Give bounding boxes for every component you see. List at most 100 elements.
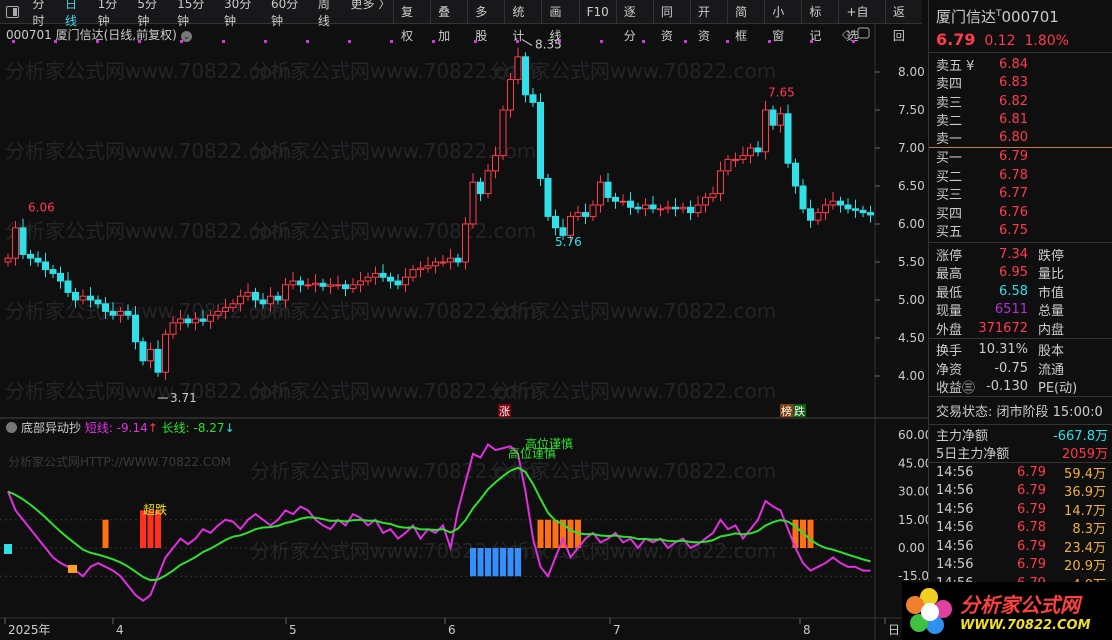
toolbar-button[interactable]: 标记 [801, 0, 838, 43]
toolbar-button[interactable]: 统计 [504, 0, 541, 43]
signal-dot [138, 40, 141, 43]
rank-flag: 榜 [781, 404, 792, 418]
signal-dot [768, 40, 771, 43]
low-label: 3.71 [170, 391, 197, 405]
high-label: 6.06 [28, 200, 55, 214]
toolbar-button[interactable]: +自选 [838, 0, 884, 43]
chevron-down-icon[interactable] [6, 422, 17, 433]
candle-body [342, 284, 349, 290]
tick-price: 6.79 [1017, 557, 1046, 573]
quote-row: 现量 6511 总量 [929, 301, 1112, 320]
indicator-name: 底部异动抄 [21, 421, 82, 435]
candle-body [274, 295, 282, 301]
stat-label: 现量 [936, 304, 963, 320]
caution-annotation: 高位谨慎 [525, 436, 573, 451]
ask-price: 6.84 [999, 56, 1028, 72]
candle-body [4, 257, 12, 263]
bid-price: 6.75 [999, 223, 1028, 239]
candle-body [132, 314, 139, 343]
toolbar-button[interactable]: 叠加 [430, 0, 467, 43]
candle-body [297, 280, 304, 286]
candle-body [259, 299, 267, 305]
tick-volume: 36.9万 [1064, 485, 1106, 501]
candle-body [822, 204, 829, 214]
bid-price: 6.78 [999, 167, 1028, 183]
stat-value: -0.75 [994, 360, 1028, 376]
candle-body [574, 212, 582, 217]
candle-body [102, 303, 109, 312]
toolbar-button[interactable]: 小窗 [764, 0, 801, 43]
signal-dot [474, 40, 477, 43]
date-label: 2025年 [8, 623, 51, 637]
candle-body [747, 147, 754, 157]
tick-price: 6.79 [1017, 538, 1046, 554]
signal-dot [642, 40, 645, 43]
toolbar-button[interactable]: 多股 [467, 0, 504, 43]
pointer-line [521, 38, 533, 46]
low-label: 5.76 [555, 235, 582, 249]
orange-signal-bar [552, 519, 559, 548]
bid-label: 买二 [936, 169, 963, 185]
toolbar-button[interactable]: 返回 [884, 0, 922, 43]
candle-body [462, 223, 469, 263]
kline-chart[interactable]: 8.00 7.50 7.00 6.50 6.00 5.50 5.00 4.50 4.00 ◇ 6.0… [0, 24, 928, 640]
tick-time: 14:56 [936, 464, 974, 480]
toolbar-button[interactable]: 同资 [652, 0, 690, 43]
stat-value: 6511 [994, 302, 1028, 318]
quote-row: 14:56 6.79 23.4万 [929, 537, 1112, 556]
blue-signal-bar [485, 548, 491, 577]
candle-body [484, 170, 492, 195]
capital-flow: 主力净额 -667.8万 5日主力净额 2059万 [929, 424, 1112, 462]
candle-body [34, 257, 42, 263]
toolbar-button[interactable]: 复权 [392, 0, 430, 43]
candle-body [732, 158, 739, 161]
stock-title: 厦门信达T000701 [936, 8, 1059, 26]
candle-body [582, 212, 589, 217]
candle-body [409, 269, 417, 278]
sidebar-toggle-icon[interactable] [6, 5, 20, 18]
price-tick: 8.00 [898, 65, 925, 79]
candle-body [27, 253, 34, 259]
toolbar-button[interactable]: F10 [578, 0, 616, 24]
toolbar-button[interactable]: 简框 [727, 0, 764, 43]
orange-signal-bar [102, 519, 109, 548]
orange-signal-bar [545, 519, 551, 548]
price-tick: 6.50 [898, 179, 925, 193]
price-tick: 5.00 [898, 293, 925, 307]
tick-price: 6.79 [1017, 464, 1046, 480]
ask-label: 卖二 [936, 114, 963, 130]
orange-signal-bar [567, 519, 574, 548]
candle-body [492, 155, 499, 172]
candle-body [709, 193, 717, 198]
candle-body [807, 208, 814, 221]
quote-row: 买二 6.78 [929, 166, 1112, 185]
signal-dot [684, 40, 687, 43]
toolbar-button[interactable]: 逐分 [615, 0, 653, 43]
signal-dot [348, 40, 351, 43]
candle-body [252, 291, 259, 301]
candle-body [814, 212, 822, 221]
candle-body [852, 208, 859, 211]
toolbar-button[interactable]: 开资 [689, 0, 727, 43]
candle-body [319, 282, 327, 287]
indicator-tick: 15.00 [898, 513, 928, 527]
candle-body [567, 215, 574, 236]
stat-label: 最低 [936, 285, 963, 301]
candle-body [372, 272, 379, 278]
toolbar-button[interactable]: 画线 [541, 0, 578, 43]
candle-body [244, 291, 252, 297]
quote-row: 卖一 6.80 [929, 129, 1112, 148]
indicator-tick: 45.00 [898, 456, 928, 470]
quote-row: 14:56 6.78 8.3万 [929, 519, 1112, 537]
candle-body [394, 280, 402, 286]
candle-body [222, 307, 229, 312]
candle-body [139, 341, 147, 362]
up-arrow-icon: ↑ [147, 421, 158, 435]
ask-price: 6.82 [999, 93, 1028, 109]
stat-label: 股本 [1038, 344, 1065, 360]
bid-label: 买一 [936, 151, 963, 167]
quote-row: 买五 6.75 [929, 222, 1112, 240]
price-tick: 7.50 [898, 103, 925, 117]
price-row: 6.79 0.12 1.80% [936, 30, 1069, 49]
orange-signal-bar [537, 519, 544, 548]
